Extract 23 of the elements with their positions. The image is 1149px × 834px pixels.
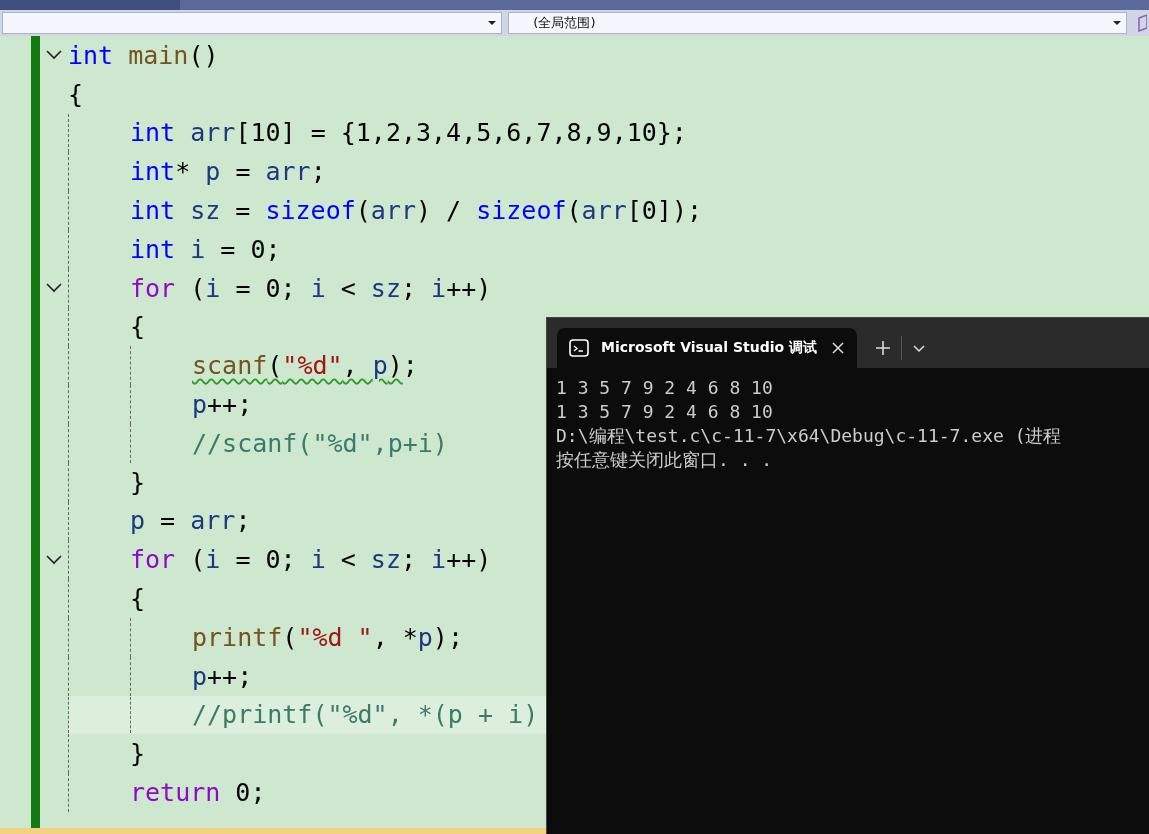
caret-icon	[1113, 21, 1122, 25]
collapse-icon[interactable]	[46, 554, 62, 565]
code-line: int i = 0;	[68, 230, 1149, 269]
new-tab-icon[interactable]	[875, 340, 891, 356]
console-output-line: D:\编程\test.c\c-11-7\x64\Debug\c-11-7.exe (进程	[556, 424, 1063, 448]
code-line: int* p = arr;	[68, 152, 1149, 192]
cube-icon[interactable]	[1137, 14, 1147, 32]
collapse-icon[interactable]	[46, 50, 62, 61]
close-icon[interactable]	[831, 341, 845, 355]
code-line: int main()	[68, 39, 220, 72]
console-output-line: 1 3 5 7 9 2 4 6 8 10	[556, 400, 774, 424]
collapse-icon[interactable]	[46, 283, 62, 294]
scope-dropdown[interactable]: (全局范围)	[508, 12, 1128, 34]
chevron-down-icon[interactable]	[912, 344, 926, 354]
code-line: {	[68, 78, 85, 111]
console-tab[interactable]: Microsoft Visual Studio 调试	[557, 328, 857, 368]
code-line: int arr[10] = {1,2,3,4,5,6,7,8,9,10};	[68, 113, 1149, 153]
code-line: for (i = 0; i < sz; i++)	[68, 268, 1149, 308]
console-output-line: 1 3 5 7 9 2 4 6 8 10	[556, 376, 774, 400]
code-line: int sz = sizeof(arr) / sizeof(arr[0]);	[68, 191, 1149, 230]
terminal-icon	[569, 339, 589, 357]
caret-icon	[488, 21, 497, 25]
console-output-line: 按任意键关闭此窗口. . .	[556, 448, 774, 472]
